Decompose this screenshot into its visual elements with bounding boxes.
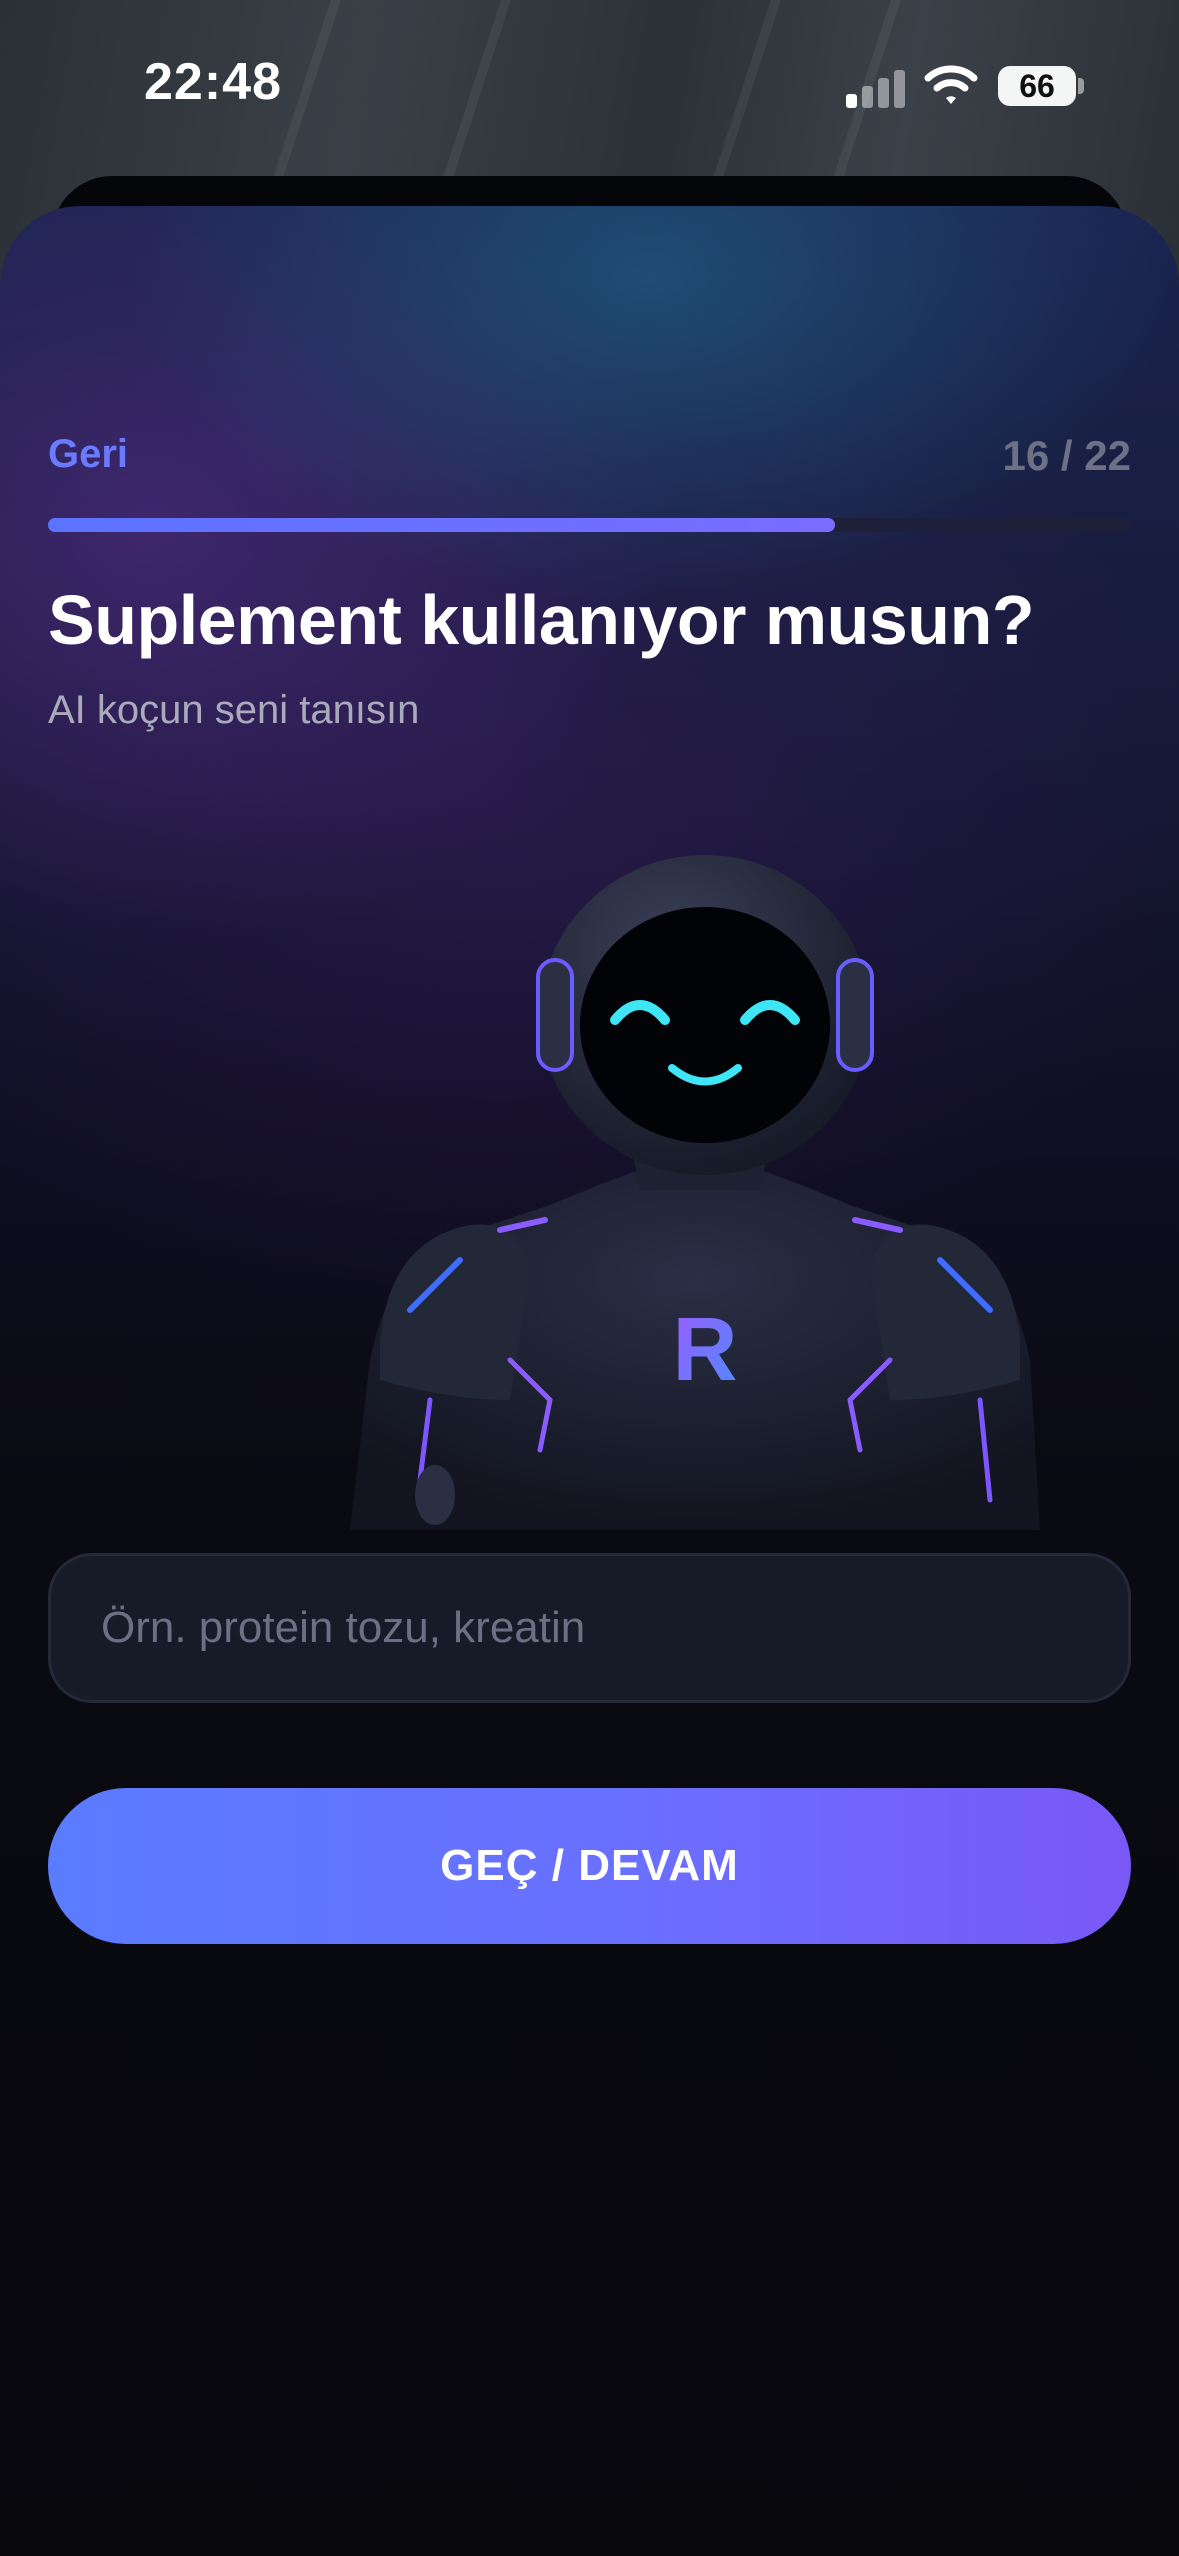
battery-tip	[1078, 78, 1084, 94]
page-title: Suplement kullanıyor musun?	[48, 581, 1035, 659]
status-bar: 22:48 66	[0, 0, 1179, 170]
battery-level: 66	[1019, 67, 1055, 104]
progress-fill	[48, 518, 836, 532]
step-counter: 16 / 22	[1002, 432, 1131, 479]
page-subtitle: AI koçun seni tanısın	[48, 688, 420, 732]
back-button[interactable]: Geri	[48, 432, 128, 477]
supplement-input[interactable]	[51, 1556, 1128, 1700]
wifi-icon	[924, 65, 978, 104]
status-time: 22:48	[144, 53, 282, 111]
progress-bar	[48, 518, 1131, 532]
supplement-input-field[interactable]	[48, 1553, 1131, 1703]
battery-icon: 66	[998, 66, 1076, 106]
skip-continue-button[interactable]: GEÇ / DEVAM	[48, 1788, 1131, 1944]
robot-logo-letter: R	[673, 1300, 738, 1400]
robot-mascot-image: R	[350, 855, 1040, 1530]
cellular-signal-icon	[846, 66, 906, 108]
